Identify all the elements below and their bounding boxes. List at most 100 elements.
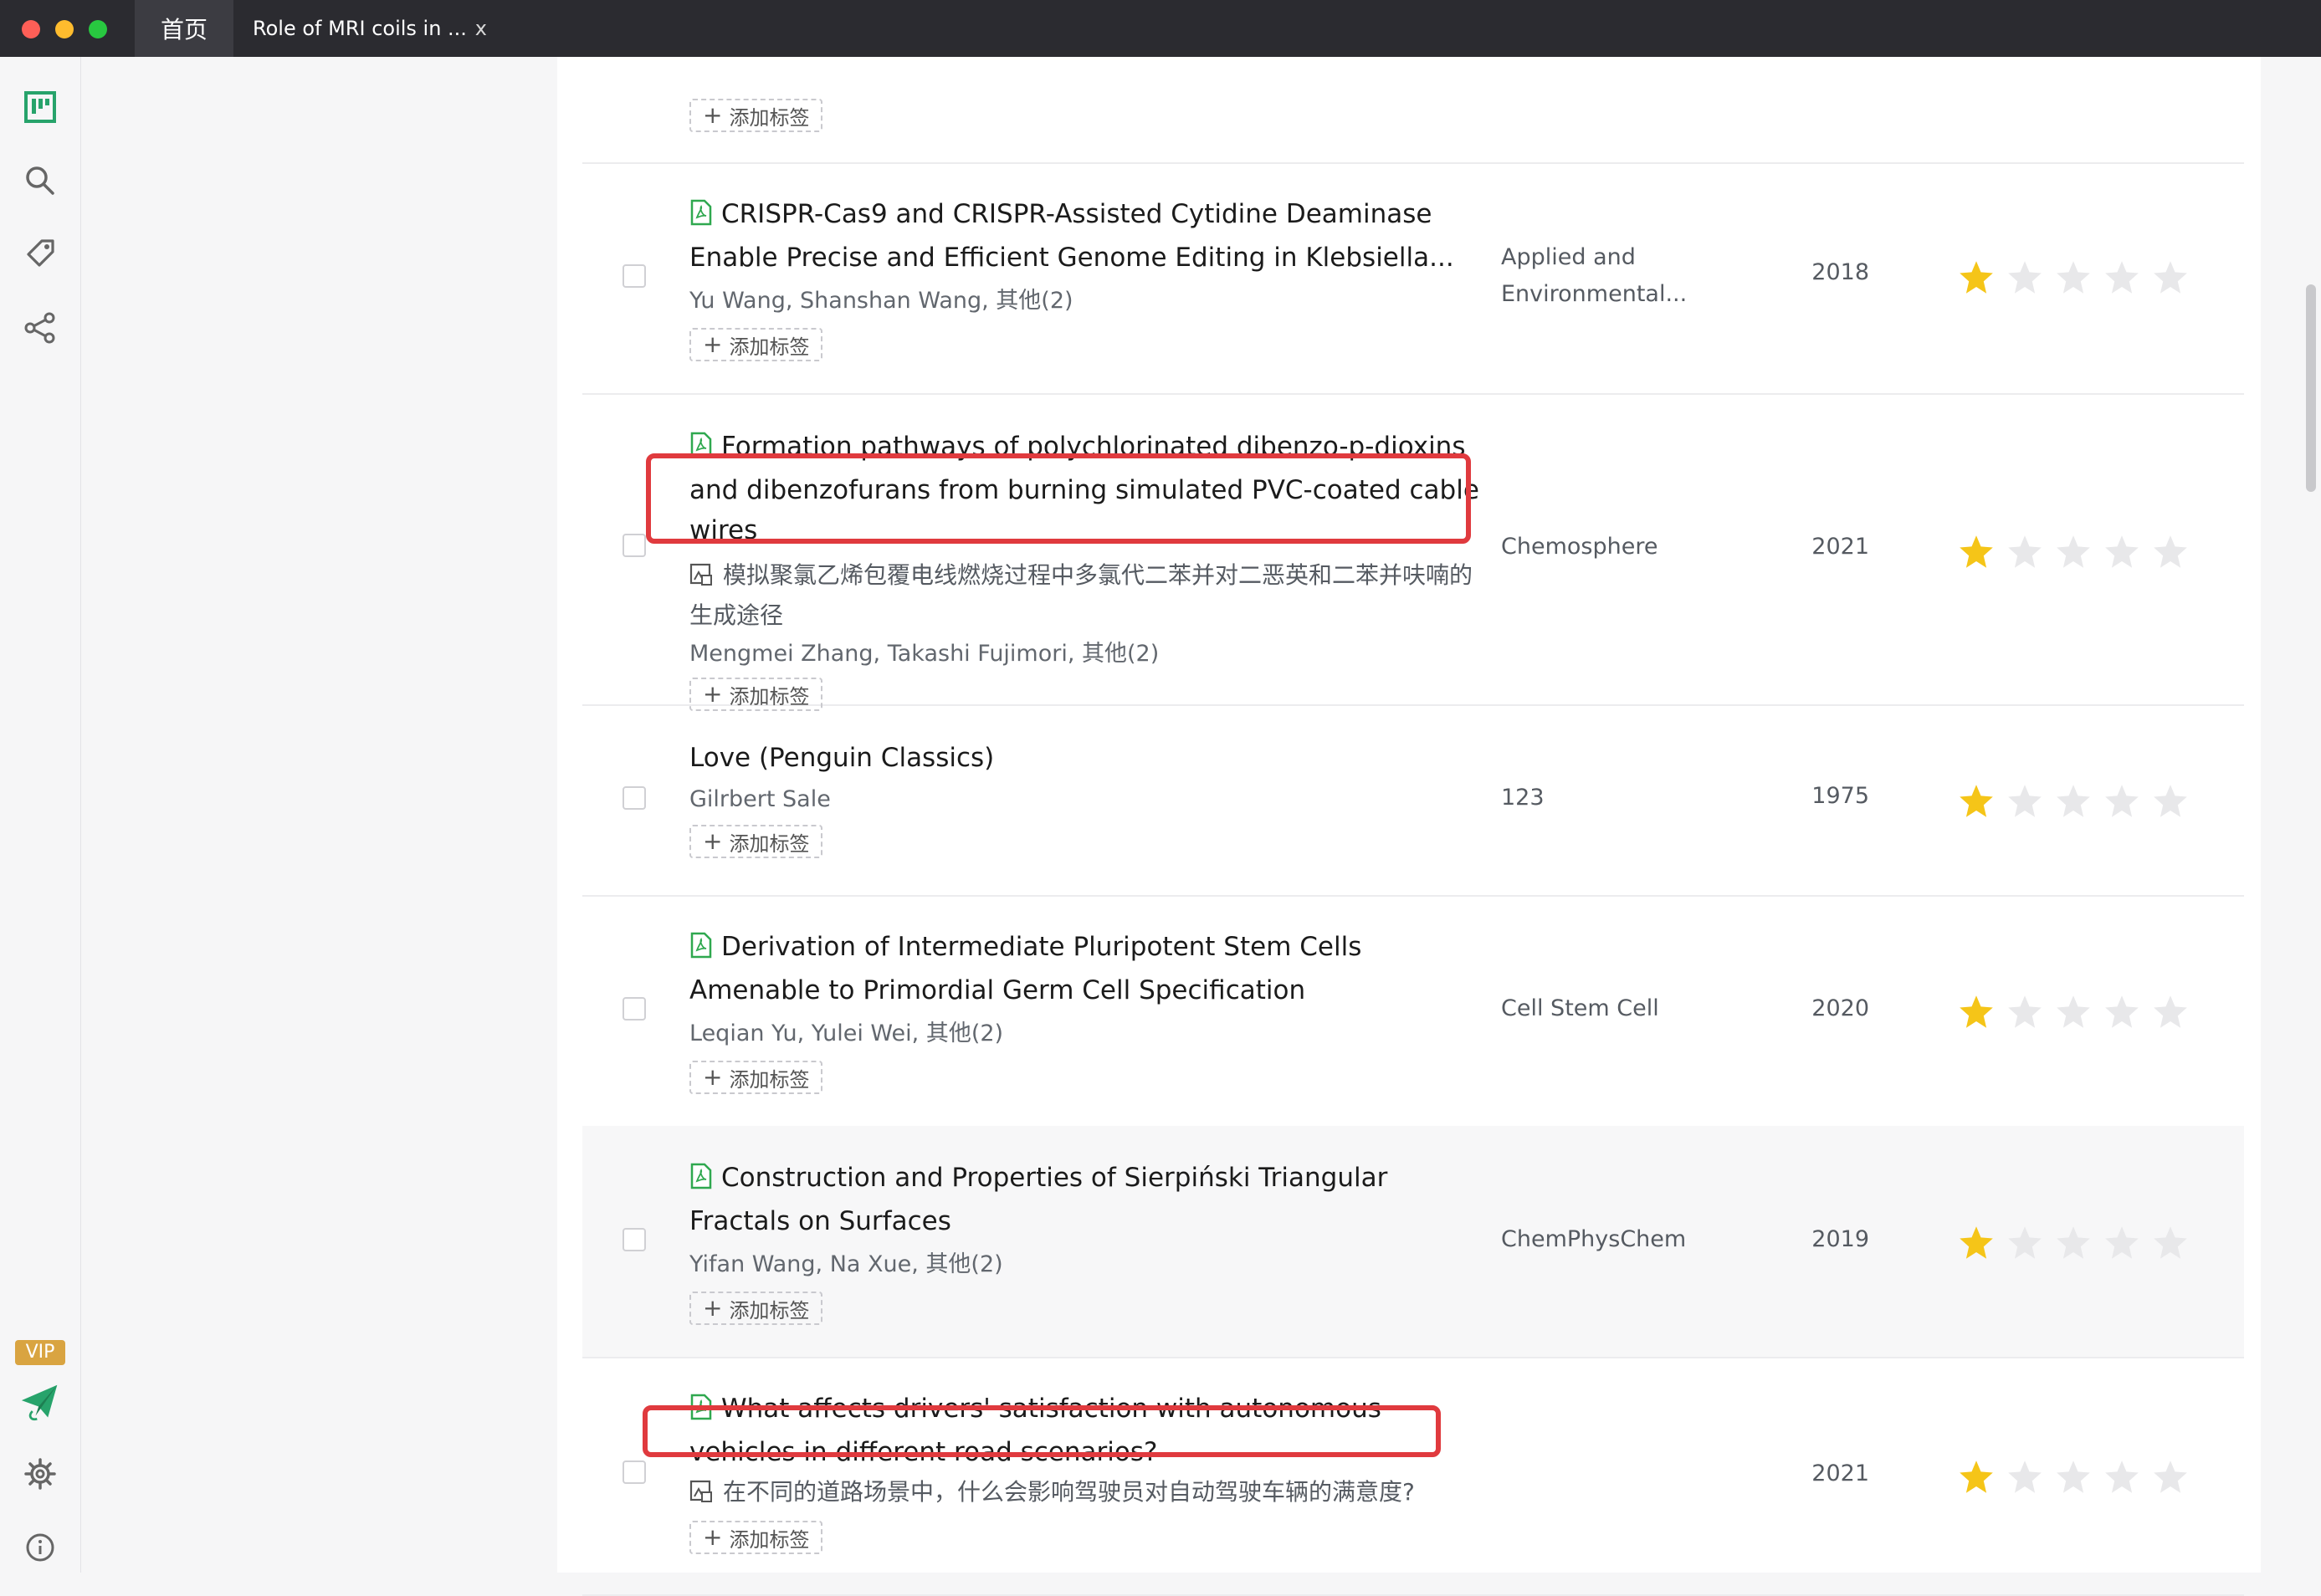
paper-row[interactable]: Construction and Properties of Sierpińsk… [582,1126,2244,1358]
add-tag-label: 添加标签 [729,1298,810,1322]
add-tag-label: 添加标签 [729,1067,810,1092]
rating-stars[interactable] [1958,1225,2201,1261]
rating-stars[interactable] [1958,534,2201,570]
library-icon[interactable] [20,87,60,127]
rating-stars[interactable] [1958,259,2201,296]
star-filled-icon[interactable] [1958,1459,1995,1496]
translate-icon [689,1477,713,1514]
tab-home[interactable]: 首页 [135,0,233,57]
star-empty-icon[interactable] [2152,994,2189,1031]
star-filled-icon[interactable] [1958,534,1995,570]
close-window-button[interactable] [22,20,40,38]
star-empty-icon[interactable] [2006,994,2043,1031]
row-checkbox[interactable] [623,1460,646,1484]
paper-title[interactable]: Construction and Properties of Sierpińsk… [689,1158,1493,1241]
scrollbar-thumb[interactable] [2306,284,2316,492]
row-checkbox[interactable] [623,264,646,288]
star-empty-icon[interactable] [2006,783,2043,820]
paper-year: 1975 [1811,783,1869,809]
star-filled-icon[interactable] [1958,1225,1995,1261]
plus-icon: + [703,330,723,358]
star-filled-icon[interactable] [1958,783,1995,820]
paper-title-text: What affects drivers' satisfaction with … [689,1394,1381,1467]
add-tag-label: 添加标签 [729,335,810,359]
paper-row[interactable]: Love (Penguin Classics) Gilrbert Sale + … [582,704,2244,897]
plus-icon: + [703,827,723,855]
star-empty-icon[interactable] [2152,1459,2189,1496]
add-tag-button[interactable]: + 添加标签 [689,99,823,132]
star-empty-icon[interactable] [2055,1459,2092,1496]
row-checkbox[interactable] [623,1228,646,1251]
add-tag-label: 添加标签 [729,1527,810,1552]
paper-title-text: CRISPR-Cas9 and CRISPR-Assisted Cytidine… [689,199,1454,273]
tab-close-button[interactable]: x [475,17,487,40]
add-tag-button[interactable]: + 添加标签 [689,825,823,858]
tab-document[interactable]: Role of MRI coils in ... x [236,0,500,57]
paper-title[interactable]: Love (Penguin Classics) [689,738,1493,778]
add-tag-button[interactable]: + 添加标签 [689,1521,823,1554]
star-empty-icon[interactable] [2103,994,2140,1031]
gear-icon[interactable] [20,1454,60,1494]
star-empty-icon[interactable] [2152,1225,2189,1261]
row-checkbox[interactable] [623,997,646,1021]
paper-title[interactable]: Formation pathways of polychlorinated di… [689,427,1493,550]
tag-icon[interactable] [20,233,60,273]
star-empty-icon[interactable] [2055,783,2092,820]
pdf-icon [689,430,713,470]
paper-row[interactable]: What affects drivers' satisfaction with … [582,1357,2244,1596]
row-checkbox[interactable] [623,786,646,810]
paper-info: Derivation of Intermediate Pluripotent S… [689,927,1493,1094]
star-empty-icon[interactable] [2055,1225,2092,1261]
star-empty-icon[interactable] [2103,534,2140,570]
paper-plane-icon[interactable] [20,1377,60,1427]
star-empty-icon[interactable] [2103,783,2140,820]
translate-icon [689,560,713,597]
star-empty-icon[interactable] [2006,534,2043,570]
paper-title-text: Derivation of Intermediate Pluripotent S… [689,932,1362,1005]
paper-info: CRISPR-Cas9 and CRISPR-Assisted Cytidine… [689,194,1493,361]
star-filled-icon[interactable] [1958,994,1995,1031]
paper-title-text: Love (Penguin Classics) [689,743,995,773]
star-empty-icon[interactable] [2152,783,2189,820]
paper-list-panel: + 添加标签 CRISPR-Cas9 and CRISPR-Assisted C… [557,57,2261,1596]
rating-stars[interactable] [1958,783,2201,820]
star-empty-icon[interactable] [2006,1225,2043,1261]
add-tag-button[interactable]: + 添加标签 [689,328,823,361]
minimize-window-button[interactable] [55,20,74,38]
star-empty-icon[interactable] [2006,259,2043,296]
paper-title[interactable]: Derivation of Intermediate Pluripotent S… [689,927,1493,1010]
title-translation-text: 模拟聚氯乙烯包覆电线燃烧过程中多氯代二苯并对二恶英和二苯并呋喃的生成途径 [689,561,1473,629]
star-empty-icon[interactable] [2103,1459,2140,1496]
star-empty-icon[interactable] [2103,1225,2140,1261]
add-tag-button[interactable]: + 添加标签 [689,1292,823,1325]
paper-year: 2020 [1811,995,1869,1021]
add-tag-label: 添加标签 [729,831,810,856]
rating-stars[interactable] [1958,994,2201,1031]
share-icon[interactable] [20,308,60,348]
info-icon[interactable] [20,1527,60,1568]
plus-icon: + [703,1063,723,1091]
paper-row[interactable]: + 添加标签 [582,0,2244,164]
paper-authors: Gilrbert Sale [689,786,831,812]
star-empty-icon[interactable] [2152,534,2189,570]
paper-row[interactable]: Formation pathways of polychlorinated di… [582,393,2244,711]
star-empty-icon[interactable] [2006,1459,2043,1496]
paper-row[interactable]: Derivation of Intermediate Pluripotent S… [582,895,2244,1128]
row-checkbox[interactable] [623,534,646,557]
pdf-icon [689,1392,713,1432]
rating-stars[interactable] [1958,1459,2201,1496]
paper-title[interactable]: CRISPR-Cas9 and CRISPR-Assisted Cytidine… [689,194,1493,278]
star-empty-icon[interactable] [2055,534,2092,570]
star-empty-icon[interactable] [2055,994,2092,1031]
star-empty-icon[interactable] [2055,259,2092,296]
paper-year: 2021 [1811,534,1869,560]
paper-title[interactable]: What affects drivers' satisfaction with … [689,1389,1493,1472]
zoom-window-button[interactable] [89,20,107,38]
star-filled-icon[interactable] [1958,259,1995,296]
search-icon[interactable] [20,161,60,201]
add-tag-button[interactable]: + 添加标签 [689,1061,823,1094]
star-empty-icon[interactable] [2103,259,2140,296]
paper-row[interactable]: CRISPR-Cas9 and CRISPR-Assisted Cytidine… [582,162,2244,395]
star-empty-icon[interactable] [2152,259,2189,296]
vip-badge[interactable]: VIP [15,1340,65,1365]
